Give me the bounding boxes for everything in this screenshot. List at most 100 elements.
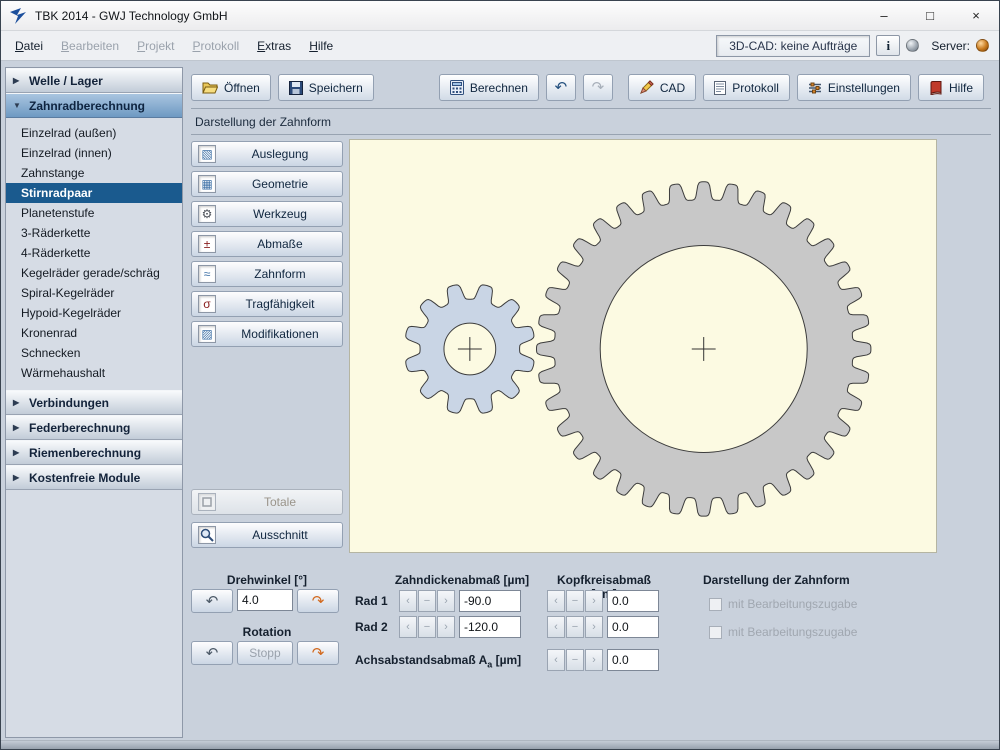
- sidebar-item-hypoid-kegelraeder[interactable]: Hypoid-Kegelräder: [6, 303, 182, 323]
- sidebar-section-welle-lager[interactable]: ▶ Welle / Lager: [6, 68, 182, 93]
- stop-button[interactable]: Stopp: [237, 641, 293, 665]
- rotation-ccw-button[interactable]: ↶: [191, 641, 233, 665]
- save-icon: [289, 81, 303, 95]
- rad2-thickness-spinner: ‹ − ›: [399, 616, 455, 638]
- sidebar-item-kegelraeder[interactable]: Kegelräder gerade/schräg: [6, 263, 182, 283]
- maximize-button[interactable]: □: [911, 3, 949, 29]
- sidebar-item-stirnradpaar[interactable]: Stirnradpaar: [6, 183, 182, 203]
- clip-view-button[interactable]: Ausschnitt: [191, 522, 343, 548]
- spin-left-button[interactable]: ‹: [547, 590, 565, 612]
- sidebar-item-waermehaushalt[interactable]: Wärmehaushalt: [6, 363, 182, 383]
- sidebar-item-3-raederkette[interactable]: 3-Räderkette: [6, 223, 182, 243]
- server-status-led: [976, 39, 989, 52]
- tab-geometrie[interactable]: ▦ Geometrie: [191, 171, 343, 197]
- bottom-controls: Drehwinkel [°] ↶ ↷ Rotation ↶ Stopp ↷ Za…: [187, 565, 995, 725]
- sidebar-item-kronenrad[interactable]: Kronenrad: [6, 323, 182, 343]
- menu-right-cluster: 3D-CAD: keine Aufträge i Server:: [716, 35, 993, 57]
- checkbox-allowance-1[interactable]: mit Bearbeitungszugabe: [709, 597, 857, 611]
- tooth-profile-icon: ≈: [198, 265, 216, 283]
- angle-cw-button[interactable]: ↷: [297, 589, 339, 613]
- settings-button[interactable]: Einstellungen: [797, 74, 911, 101]
- view-buttons: Totale Ausschnitt: [191, 489, 343, 548]
- help-button[interactable]: Hilfe: [918, 74, 984, 101]
- info-button[interactable]: i: [876, 35, 900, 56]
- rad2-label: Rad 2: [355, 620, 388, 634]
- calculate-button[interactable]: Berechnen: [439, 74, 539, 101]
- tab-werkzeug[interactable]: ⚙ Werkzeug: [191, 201, 343, 227]
- rad1-tip-input[interactable]: [607, 590, 659, 612]
- sidebar-item-4-raederkette[interactable]: 4-Räderkette: [6, 243, 182, 263]
- spin-right-button[interactable]: ›: [437, 616, 455, 638]
- spin-minus-button[interactable]: −: [566, 649, 584, 671]
- spin-minus-button[interactable]: −: [566, 616, 584, 638]
- rad2-tip-input[interactable]: [607, 616, 659, 638]
- spin-minus-button[interactable]: −: [418, 590, 436, 612]
- spin-left-button[interactable]: ‹: [399, 590, 417, 612]
- spin-right-button[interactable]: ›: [585, 649, 603, 671]
- rad1-label: Rad 1: [355, 594, 388, 608]
- spin-right-button[interactable]: ›: [437, 590, 455, 612]
- spin-minus-button[interactable]: −: [418, 616, 436, 638]
- rotation-cw-button[interactable]: ↷: [297, 641, 339, 665]
- spin-left-button[interactable]: ‹: [547, 616, 565, 638]
- spin-left-button[interactable]: ‹: [547, 649, 565, 671]
- minimize-button[interactable]: –: [865, 3, 903, 29]
- sidebar-section-zahnradberechnung[interactable]: ▼ Zahnradberechnung: [6, 93, 182, 118]
- menu-item-hilfe[interactable]: Hilfe: [301, 34, 341, 58]
- rotation-angle-input[interactable]: [237, 589, 293, 611]
- sidebar-item-schnecken[interactable]: Schnecken: [6, 343, 182, 363]
- sidebar-section-federberechnung[interactable]: ▶ Federberechnung: [6, 415, 182, 440]
- tolerance-icon: ±: [198, 235, 216, 253]
- menu-item-projekt[interactable]: Projekt: [129, 34, 182, 58]
- open-button[interactable]: Öffnen: [191, 74, 271, 101]
- sidebar-item-planetenstufe[interactable]: Planetenstufe: [6, 203, 182, 223]
- redo-button[interactable]: ↷: [583, 74, 613, 101]
- section-label: Zahnradberechnung: [29, 99, 145, 113]
- tab-modifikationen[interactable]: ▨ Modifikationen: [191, 321, 343, 347]
- thickness-allowance-label: Zahndickenabmaß [µm]: [387, 573, 537, 587]
- spin-minus-button[interactable]: −: [566, 590, 584, 612]
- menu-item-protokoll[interactable]: Protokoll: [184, 34, 247, 58]
- protocol-button[interactable]: Protokoll: [703, 74, 790, 101]
- sidebar-section-riemenberechnung[interactable]: ▶ Riemenberechnung: [6, 440, 182, 465]
- menu-item-extras[interactable]: Extras: [249, 34, 299, 58]
- menu-item-bearbeiten[interactable]: Bearbeiten: [53, 34, 127, 58]
- undo-button[interactable]: ↶: [546, 74, 576, 101]
- folder-icon: [202, 81, 218, 95]
- axis-distance-input[interactable]: [607, 649, 659, 671]
- cad-button[interactable]: CAD: [628, 74, 696, 101]
- sidebar-item-einzelrad-innen[interactable]: Einzelrad (innen): [6, 143, 182, 163]
- checkbox-icon: [709, 626, 722, 639]
- chevron-right-icon: ▶: [13, 423, 22, 432]
- content-area: ▧ Auslegung ▦ Geometrie ⚙ Werkzeug ± Abm…: [187, 135, 995, 557]
- save-button[interactable]: Speichern: [278, 74, 374, 101]
- menu-item-datei[interactable]: Datei: [7, 34, 51, 58]
- sidebar-item-zahnstange[interactable]: Zahnstange: [6, 163, 182, 183]
- view-section-title: Darstellung der Zahnform: [187, 109, 995, 134]
- sidebar-section-verbindungen[interactable]: ▶ Verbindungen: [6, 390, 182, 415]
- sidebar-item-einzelrad-aussen[interactable]: Einzelrad (außen): [6, 123, 182, 143]
- axis-distance-spinner: ‹ − ›: [547, 649, 603, 671]
- angle-ccw-button[interactable]: ↶: [191, 589, 233, 613]
- geometry-grid-icon: ▦: [198, 175, 216, 193]
- chevron-right-icon: ▶: [13, 473, 22, 482]
- sidebar-section-kostenfreie-module[interactable]: ▶ Kostenfreie Module: [6, 465, 182, 490]
- total-view-button[interactable]: Totale: [191, 489, 343, 515]
- rad1-thickness-input[interactable]: [459, 590, 521, 612]
- tab-auslegung[interactable]: ▧ Auslegung: [191, 141, 343, 167]
- tab-tragfaehigkeit[interactable]: σ Tragfähigkeit: [191, 291, 343, 317]
- help-book-icon: [929, 81, 943, 95]
- close-button[interactable]: ×: [957, 3, 995, 29]
- tab-zahnform[interactable]: ≈ Zahnform: [191, 261, 343, 287]
- spin-left-button[interactable]: ‹: [399, 616, 417, 638]
- sidebar-item-spiral-kegelraeder[interactable]: Spiral-Kegelräder: [6, 283, 182, 303]
- undo-icon: ↶: [555, 80, 568, 95]
- spin-right-button[interactable]: ›: [585, 590, 603, 612]
- rad2-thickness-input[interactable]: [459, 616, 521, 638]
- pencil-icon: [639, 80, 654, 95]
- gear-diagram: [350, 140, 936, 552]
- checkbox-allowance-2[interactable]: mit Bearbeitungszugabe: [709, 625, 857, 639]
- chevron-right-icon: ▶: [13, 76, 22, 85]
- spin-right-button[interactable]: ›: [585, 616, 603, 638]
- tab-abmasse[interactable]: ± Abmaße: [191, 231, 343, 257]
